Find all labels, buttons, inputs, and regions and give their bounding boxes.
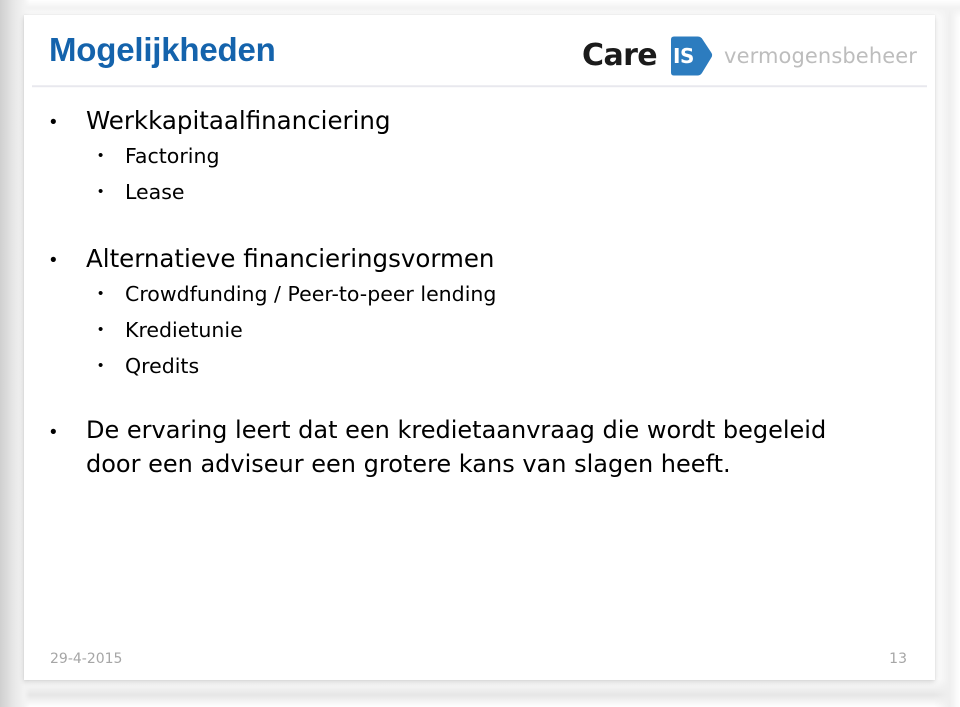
- slide-header: Mogelijkheden Care IS vermogensbeheer: [24, 15, 935, 88]
- page-title: Mogelijkheden: [49, 31, 276, 68]
- bullet-icon: •: [98, 321, 104, 338]
- list-item: • Qredits: [24, 349, 935, 384]
- list-item: • Kredietunie: [24, 313, 935, 348]
- list-item: • Lease: [24, 175, 935, 210]
- bullet-icon: •: [98, 147, 104, 164]
- list-item: • Werkkapitaalfinanciering: [24, 103, 935, 138]
- bullet-icon: •: [98, 183, 104, 200]
- list-item-label: Lease: [125, 180, 185, 204]
- bullet-icon: •: [98, 285, 104, 302]
- list-item: • Crowdfunding / Peer-to-peer lending: [24, 277, 935, 312]
- presentation-slide: Mogelijkheden Care IS vermogensbeheer • …: [24, 15, 935, 680]
- logo-tagline: vermogensbeheer: [724, 43, 917, 68]
- slide-footer: 29-4-2015 13: [24, 632, 935, 680]
- footer-date: 29-4-2015: [50, 651, 123, 667]
- bullet-icon: •: [50, 112, 57, 133]
- list-item-label: Qredits: [125, 354, 200, 378]
- pentagon-badge-icon: IS: [666, 35, 714, 77]
- list-group-spacer: [24, 385, 935, 413]
- footer-page-number: 13: [889, 651, 907, 667]
- slide-content: • Werkkapitaalfinanciering • Factoring •…: [24, 103, 935, 482]
- logo-badge-text: IS: [673, 44, 694, 68]
- closing-note-text: De ervaring leert dat een kredietaanvraa…: [86, 416, 827, 478]
- bullet-icon: •: [98, 357, 104, 374]
- list-group-spacer: [24, 211, 935, 241]
- list-item-label: Factoring: [125, 144, 220, 168]
- bullet-icon: •: [50, 422, 57, 443]
- bullet-icon: •: [50, 250, 57, 271]
- list-item: • Factoring: [24, 139, 935, 174]
- list-item-label: Werkkapitaalfinanciering: [86, 106, 391, 135]
- logo-wordmark: Care: [582, 38, 658, 73]
- list-item-label: Alternatieve financieringsvormen: [86, 244, 495, 273]
- list-item-label: Crowdfunding / Peer-to-peer lending: [125, 282, 497, 306]
- list-item-label: Kredietunie: [125, 318, 243, 342]
- list-item: • Alternatieve financieringsvormen: [24, 241, 935, 276]
- list-item: • De ervaring leert dat een kredietaanvr…: [24, 413, 935, 481]
- header-divider: [32, 85, 927, 88]
- company-logo: Care IS vermogensbeheer: [582, 33, 917, 79]
